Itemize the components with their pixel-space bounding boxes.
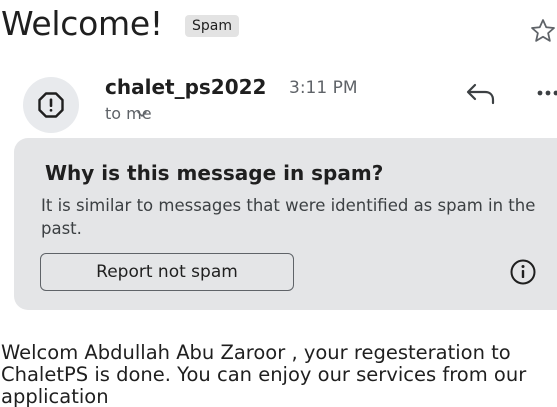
sender-avatar[interactable] (23, 77, 79, 133)
more-horizontal-icon[interactable] (537, 88, 557, 98)
chevron-down-icon[interactable] (136, 108, 148, 120)
spam-warning-title: Why is this message in spam? (45, 161, 384, 185)
spam-label-chip[interactable]: Spam (185, 15, 239, 37)
report-not-spam-button[interactable]: Report not spam (40, 253, 294, 291)
message-body: Welcom Abdullah Abu Zaroor , your regest… (1, 341, 527, 407)
info-icon[interactable] (508, 257, 538, 287)
subject-row: Welcome! Spam (0, 2, 557, 48)
sent-time: 3:11 PM (289, 78, 358, 98)
alert-circle-icon (38, 92, 64, 118)
email-subject: Welcome! (1, 4, 163, 43)
reply-icon[interactable] (465, 81, 497, 107)
sender-name[interactable]: chalet_ps2022 (105, 74, 266, 100)
spam-warning-body: It is similar to messages that were iden… (41, 196, 536, 238)
star-icon[interactable] (528, 16, 557, 46)
